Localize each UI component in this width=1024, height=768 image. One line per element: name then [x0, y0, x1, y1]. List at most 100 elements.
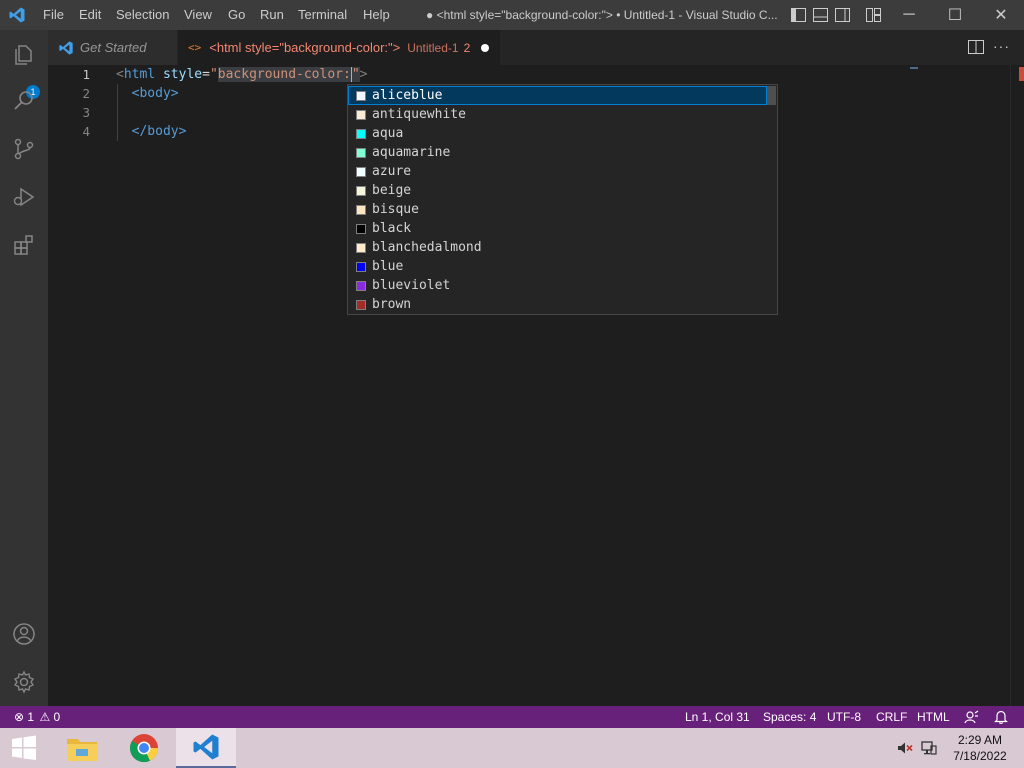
color-swatch-icon: [356, 223, 366, 234]
windows-start-icon: [12, 735, 36, 760]
encoding[interactable]: UTF-8: [827, 706, 861, 728]
tab-problem-count: 2: [463, 40, 471, 55]
error-count: 1: [27, 710, 35, 724]
line-number: 1: [82, 67, 90, 82]
color-swatch-icon: [356, 128, 366, 139]
settings-gear-icon[interactable]: [12, 670, 36, 694]
suggestion-item-antiquewhite[interactable]: antiquewhite: [348, 105, 767, 124]
search-icon[interactable]: [12, 89, 36, 113]
menu-edit[interactable]: Edit: [79, 0, 101, 30]
minimize-button[interactable]: ─: [886, 0, 932, 30]
maximize-button[interactable]: ☐: [932, 0, 978, 30]
suggestion-label: blue: [372, 259, 404, 274]
color-swatch-icon: [356, 242, 366, 253]
indentation[interactable]: Spaces: 4: [763, 706, 816, 728]
network-icon[interactable]: [921, 740, 937, 756]
suggestion-label: bisque: [372, 202, 419, 217]
suggestion-item-bisque[interactable]: bisque: [348, 200, 767, 219]
run-debug-icon[interactable]: [12, 185, 36, 209]
toggle-secondary-sidebar-icon[interactable]: [835, 8, 850, 22]
clock[interactable]: 2:29 AM 7/18/2022: [946, 732, 1014, 764]
code-text: </body>: [131, 124, 187, 139]
tag-bracket: <: [116, 67, 124, 82]
suggestion-item-aquamarine[interactable]: aquamarine: [348, 143, 767, 162]
tab-untitled-1[interactable]: <> <html style="background-color:"> Unti…: [178, 30, 500, 65]
vscode-icon: [59, 40, 73, 55]
title-bar: File Edit Selection View Go Run Terminal…: [0, 0, 1024, 30]
color-swatch-icon: [356, 109, 366, 120]
menu-help[interactable]: Help: [363, 0, 390, 30]
menu-file[interactable]: File: [43, 0, 64, 30]
file-explorer-icon: [67, 739, 97, 761]
taskbar-file-explorer[interactable]: [52, 728, 112, 768]
error-icon: ⊗: [14, 710, 25, 724]
suggestion-label: beige: [372, 183, 412, 198]
accounts-icon[interactable]: [12, 622, 36, 646]
attr-quote-cursor: ": [350, 67, 360, 82]
suggest-scrollbar-thumb[interactable]: [767, 86, 776, 105]
suggestion-label: azure: [372, 164, 412, 179]
toggle-primary-sidebar-icon[interactable]: [791, 8, 806, 22]
clock-time: 2:29 AM: [957, 733, 1003, 747]
tab-get-started[interactable]: Get Started: [48, 30, 178, 65]
code-line-1: <html style="background-color:">: [116, 65, 367, 84]
volume-muted-icon[interactable]: [897, 741, 913, 755]
suggestion-item-black[interactable]: black: [348, 219, 767, 238]
clock-date: 7/18/2022: [953, 749, 1007, 763]
end-of-line[interactable]: CRLF: [876, 706, 907, 728]
code-line-4: </body>: [116, 122, 187, 141]
toggle-panel-icon[interactable]: [813, 8, 828, 22]
suggestion-item-brown[interactable]: brown: [348, 295, 767, 314]
indent-guide: [117, 84, 118, 141]
suggestion-item-aliceblue[interactable]: aliceblue: [348, 86, 767, 105]
suggestion-label: aquamarine: [372, 145, 451, 160]
problems-indicator[interactable]: ⊗ 1 ⚠ 0: [14, 706, 60, 728]
suggestion-item-blanchedalmond[interactable]: blanchedalmond: [348, 238, 767, 257]
tag-name: html: [123, 67, 156, 82]
taskbar-vscode[interactable]: [176, 728, 236, 768]
dirty-indicator-icon[interactable]: [481, 43, 490, 52]
taskbar-chrome[interactable]: [114, 728, 174, 768]
suggestion-item-azure[interactable]: azure: [348, 162, 767, 181]
start-button[interactable]: [0, 728, 48, 768]
menu-terminal[interactable]: Terminal: [298, 0, 347, 30]
color-swatch-icon: [356, 280, 366, 291]
windows-taskbar: 2:29 AM 7/18/2022: [0, 728, 1024, 768]
more-actions-icon[interactable]: ···: [993, 38, 1010, 54]
suggestion-label: antiquewhite: [372, 107, 466, 122]
split-editor-icon[interactable]: [968, 40, 984, 54]
suggestion-item-beige[interactable]: beige: [348, 181, 767, 200]
window-title: ● <html style="background-color:"> • Unt…: [426, 8, 778, 22]
line-number: 2: [82, 86, 90, 101]
html-file-icon: <>: [188, 41, 202, 54]
close-button[interactable]: ✕: [978, 0, 1024, 30]
color-swatch-icon: [356, 90, 366, 101]
suggestion-item-blueviolet[interactable]: blueviolet: [348, 276, 767, 295]
attr-value: background-color:: [217, 67, 351, 82]
warning-count: 0: [53, 710, 61, 724]
overview-ruler[interactable]: [1010, 65, 1024, 706]
source-control-icon[interactable]: [12, 137, 36, 161]
menu-run[interactable]: Run: [260, 0, 284, 30]
suggestion-item-aqua[interactable]: aqua: [348, 124, 767, 143]
customize-layout-icon[interactable]: [866, 8, 881, 22]
error-marker: [1019, 67, 1024, 81]
cursor-position[interactable]: Ln 1, Col 31: [685, 706, 750, 728]
suggestion-item-blue[interactable]: blue: [348, 257, 767, 276]
explorer-icon[interactable]: [12, 43, 36, 67]
code-line-2: <body>: [116, 84, 179, 103]
language-mode[interactable]: HTML: [917, 706, 950, 728]
menu-go[interactable]: Go: [228, 0, 245, 30]
feedback-icon[interactable]: [964, 710, 979, 724]
tab-file-name: Untitled-1: [407, 40, 459, 55]
extensions-icon[interactable]: [12, 233, 36, 257]
vscode-logo-icon: [9, 7, 25, 23]
menu-view[interactable]: View: [184, 0, 212, 30]
attr-name: style: [162, 67, 203, 82]
menu-selection[interactable]: Selection: [116, 0, 169, 30]
chrome-icon: [129, 734, 159, 763]
status-bar: ⊗ 1 ⚠ 0 Ln 1, Col 31 Spaces: 4 UTF-8 CRL…: [0, 706, 1024, 728]
suggestion-label: blanchedalmond: [372, 240, 482, 255]
notifications-bell-icon[interactable]: [994, 710, 1008, 724]
